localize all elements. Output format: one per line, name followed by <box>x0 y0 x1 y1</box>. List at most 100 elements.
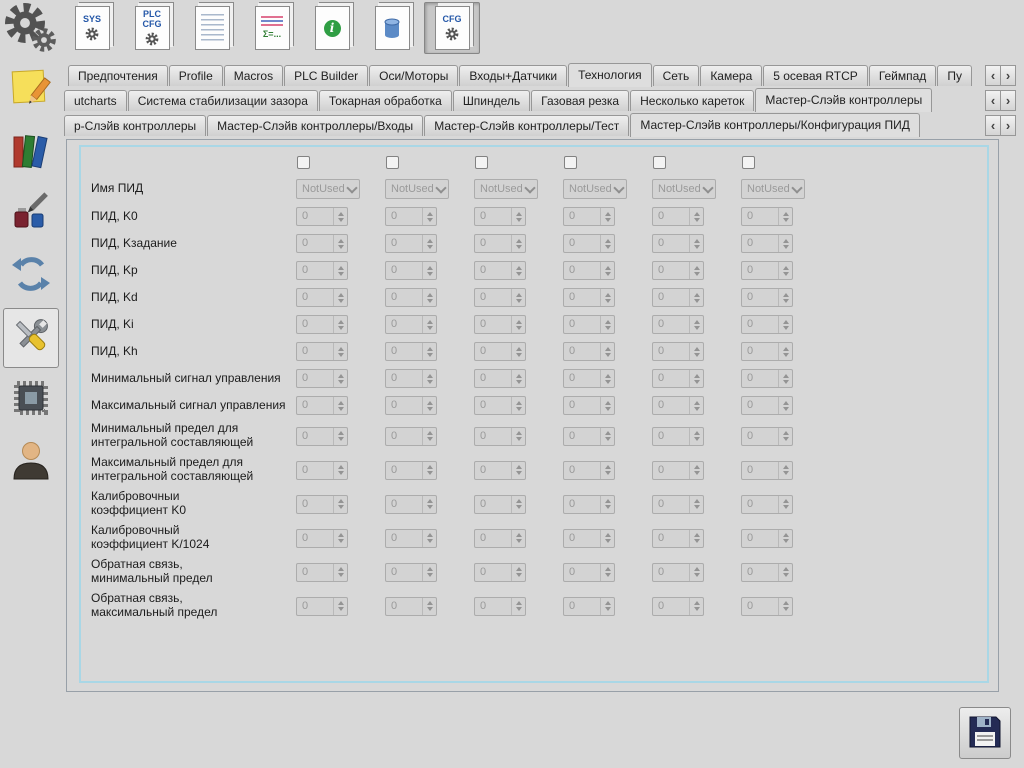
tab-main-9[interactable]: 5 осевая RTCP <box>763 65 868 86</box>
pid-ksetpoint-spinner-col3[interactable]: 0 <box>474 234 526 253</box>
sidebar-item-operator[interactable] <box>3 432 59 492</box>
min-control-signal-spinner-col3[interactable]: 0 <box>474 369 526 388</box>
pid-kp-spinner-col5[interactable]: 0 <box>652 261 704 280</box>
pid-ki-spinner-col4[interactable]: 0 <box>563 315 615 334</box>
feedback-min-spinner-col6[interactable]: 0 <box>741 562 793 582</box>
pid-ki-spinner-col6[interactable]: 0 <box>741 315 793 334</box>
pid-kh-spinner-col2[interactable]: 0 <box>385 342 437 361</box>
min-integral-limit-spinner-col6[interactable]: 0 <box>741 426 793 446</box>
pid-kd-spinner-col2[interactable]: 0 <box>385 288 437 307</box>
toolbar-button-info[interactable]: i <box>304 2 360 54</box>
tab-main-0[interactable]: Предпочтения <box>68 65 168 86</box>
tab-scroll-left-button[interactable]: ‹ <box>985 115 1001 136</box>
feedback-max-spinner-col6[interactable]: 0 <box>741 596 793 616</box>
calib-k1024-spinner-col1[interactable]: 0 <box>296 528 348 548</box>
min-integral-limit-spinner-col1[interactable]: 0 <box>296 426 348 446</box>
toolbar-button-database[interactable] <box>364 2 420 54</box>
tab-scroll-left-button[interactable]: ‹ <box>985 65 1001 86</box>
pid-kp-spinner-col6[interactable]: 0 <box>741 261 793 280</box>
pid-k0-spinner-col4[interactable]: 0 <box>563 207 615 226</box>
max-integral-limit-spinner-col1[interactable]: 0 <box>296 460 348 480</box>
max-control-signal-spinner-col3[interactable]: 0 <box>474 396 526 415</box>
min-integral-limit-spinner-col2[interactable]: 0 <box>385 426 437 446</box>
calib-k0-spinner-col5[interactable]: 0 <box>652 494 704 514</box>
calib-k1024-spinner-col6[interactable]: 0 <box>741 528 793 548</box>
toolbar-button-documents[interactable] <box>184 2 240 54</box>
pid-name-select-col1[interactable]: NotUsed <box>296 178 360 199</box>
pid-k0-spinner-col5[interactable]: 0 <box>652 207 704 226</box>
pid-name-select-col6[interactable]: NotUsed <box>741 178 805 199</box>
sidebar-item-configuration[interactable] <box>3 308 59 368</box>
feedback-max-spinner-col4[interactable]: 0 <box>563 596 615 616</box>
tab-main-2[interactable]: Macros <box>223 65 284 86</box>
max-control-signal-spinner-col6[interactable]: 0 <box>741 396 793 415</box>
min-control-signal-spinner-col1[interactable]: 0 <box>296 369 348 388</box>
feedback-min-spinner-col1[interactable]: 0 <box>296 562 348 582</box>
sidebar-item-supplies[interactable] <box>3 184 59 244</box>
max-control-signal-spinner-col4[interactable]: 0 <box>563 396 615 415</box>
tab-main-6[interactable]: Технология <box>568 63 652 87</box>
tab-main-8[interactable]: Камера <box>700 65 763 86</box>
max-integral-limit-spinner-col4[interactable]: 0 <box>563 460 615 480</box>
pid-column-4-checkbox[interactable] <box>564 155 577 169</box>
min-control-signal-spinner-col5[interactable]: 0 <box>652 369 704 388</box>
min-control-signal-spinner-col4[interactable]: 0 <box>563 369 615 388</box>
pid-ksetpoint-spinner-col4[interactable]: 0 <box>563 234 615 253</box>
feedback-min-spinner-col2[interactable]: 0 <box>385 562 437 582</box>
pid-ksetpoint-spinner-col5[interactable]: 0 <box>652 234 704 253</box>
tab-main-1[interactable]: Profile <box>168 65 223 86</box>
min-integral-limit-spinner-col3[interactable]: 0 <box>474 426 526 446</box>
pid-kh-spinner-col5[interactable]: 0 <box>652 342 704 361</box>
pid-column-1-checkbox[interactable] <box>297 155 310 169</box>
toolbar-button-sys[interactable]: SYS <box>64 2 120 54</box>
calib-k0-spinner-col2[interactable]: 0 <box>385 494 437 514</box>
pid-column-3-checkbox[interactable] <box>475 155 488 169</box>
calib-k1024-spinner-col4[interactable]: 0 <box>563 528 615 548</box>
pid-column-5-checkbox[interactable] <box>653 155 666 169</box>
pid-ksetpoint-spinner-col6[interactable]: 0 <box>741 234 793 253</box>
pid-kd-spinner-col3[interactable]: 0 <box>474 288 526 307</box>
pid-name-select-col5[interactable]: NotUsed <box>652 178 716 199</box>
calib-k1024-spinner-col2[interactable]: 0 <box>385 528 437 548</box>
tab-main-10[interactable]: Геймпад <box>868 65 937 86</box>
min-integral-limit-spinner-col5[interactable]: 0 <box>652 426 704 446</box>
tab-main-4[interactable]: Оси/Моторы <box>369 65 459 86</box>
feedback-min-spinner-col3[interactable]: 0 <box>474 562 526 582</box>
tab-technology-5[interactable]: Несколько кареток <box>630 90 755 111</box>
sidebar-item-notes[interactable] <box>3 60 59 120</box>
tab-technology-6[interactable]: Мастер-Слэйв контроллеры <box>755 88 933 112</box>
system-gears-icon[interactable] <box>2 0 62 58</box>
calib-k0-spinner-col6[interactable]: 0 <box>741 494 793 514</box>
pid-kh-spinner-col3[interactable]: 0 <box>474 342 526 361</box>
save-button[interactable] <box>959 707 1011 759</box>
tab-technology-1[interactable]: Система стабилизации зазора <box>127 90 318 111</box>
pid-k0-spinner-col1[interactable]: 0 <box>296 207 348 226</box>
pid-kh-spinner-col6[interactable]: 0 <box>741 342 793 361</box>
calib-k0-spinner-col4[interactable]: 0 <box>563 494 615 514</box>
tab-scroll-right-button[interactable]: › <box>1000 115 1016 136</box>
tab-main-11[interactable]: Пу <box>937 65 972 86</box>
toolbar-button-summary[interactable]: Σ=... <box>244 2 300 54</box>
tab-scroll-right-button[interactable]: › <box>1000 65 1016 86</box>
calib-k0-spinner-col3[interactable]: 0 <box>474 494 526 514</box>
pid-k0-spinner-col6[interactable]: 0 <box>741 207 793 226</box>
tab-scroll-right-button[interactable]: › <box>1000 90 1016 111</box>
max-control-signal-spinner-col5[interactable]: 0 <box>652 396 704 415</box>
pid-kh-spinner-col4[interactable]: 0 <box>563 342 615 361</box>
max-integral-limit-spinner-col6[interactable]: 0 <box>741 460 793 480</box>
pid-kp-spinner-col4[interactable]: 0 <box>563 261 615 280</box>
pid-column-6-checkbox[interactable] <box>742 155 755 169</box>
toolbar-button-plc-cfg[interactable]: PLC CFG <box>124 2 180 54</box>
tab-technology-3[interactable]: Шпиндель <box>452 90 531 111</box>
feedback-max-spinner-col5[interactable]: 0 <box>652 596 704 616</box>
tab-master-slave-1[interactable]: Мастер-Слэйв контроллеры/Входы <box>207 115 424 136</box>
pid-kd-spinner-col5[interactable]: 0 <box>652 288 704 307</box>
pid-kd-spinner-col4[interactable]: 0 <box>563 288 615 307</box>
max-integral-limit-spinner-col2[interactable]: 0 <box>385 460 437 480</box>
min-integral-limit-spinner-col4[interactable]: 0 <box>563 426 615 446</box>
pid-ki-spinner-col3[interactable]: 0 <box>474 315 526 334</box>
pid-kd-spinner-col6[interactable]: 0 <box>741 288 793 307</box>
pid-kp-spinner-col1[interactable]: 0 <box>296 261 348 280</box>
tab-main-3[interactable]: PLC Builder <box>284 65 369 86</box>
tab-main-7[interactable]: Сеть <box>652 65 700 86</box>
